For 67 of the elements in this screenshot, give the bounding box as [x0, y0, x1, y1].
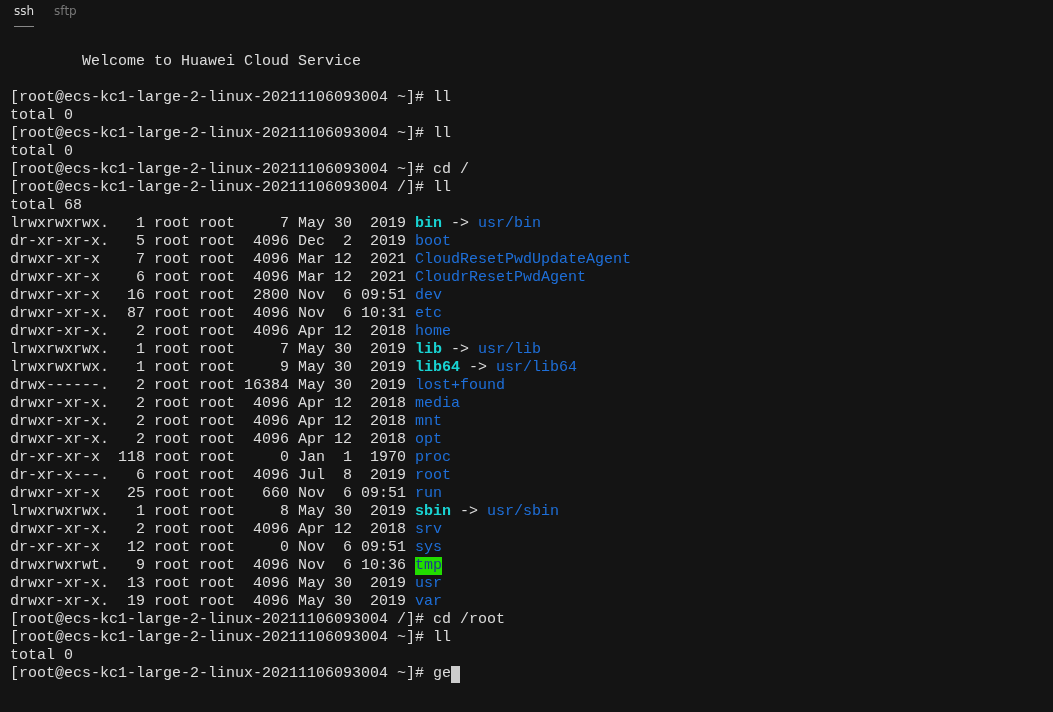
directory-name: sys: [415, 539, 443, 557]
terminal-text: dr-xr-xr-x 118 root root 0 Jan 1 1970: [10, 449, 408, 467]
terminal-text: lrwxrwxrwx. 1 root root 9 May 30 2019: [10, 359, 408, 377]
terminal-text: [root@ecs-kc1-large-2-linux-20211106093004 /]# ll: [10, 179, 452, 197]
terminal-text: dr-xr-xr-x 12 root root 0 Nov 6 09:51: [10, 539, 408, 557]
terminal-text: drwxr-xr-x. 2 root root 4096 Apr 12 2018: [10, 431, 408, 449]
terminal-text: Welcome to Huawei Cloud Service: [82, 53, 362, 71]
directory-name: usr/lib: [478, 341, 542, 359]
symlink-name: bin: [415, 215, 443, 233]
terminal-text: drwxr-xr-x. 2 root root 4096 Apr 12 2018: [10, 323, 408, 341]
terminal-text: drwx------. 2 root root 16384 May 30 2019: [10, 377, 408, 395]
directory-name: opt: [415, 431, 443, 449]
terminal-text: [root@ecs-kc1-large-2-linux-20211106093004 ~]# ll: [10, 89, 452, 107]
directory-name: proc: [415, 449, 452, 467]
directory-name: usr: [415, 575, 443, 593]
directory-name: CloudResetPwdUpdateAgent: [415, 251, 632, 269]
terminal-text: drwxr-xr-x. 2 root root 4096 Apr 12 2018: [10, 521, 408, 539]
terminal-text: [root@ecs-kc1-large-2-linux-20211106093004 ~]# ll: [10, 629, 452, 647]
terminal-text: drwxr-xr-x. 87 root root 4096 Nov 6 10:31: [10, 305, 408, 323]
terminal-text: drwxr-xr-x. 19 root root 4096 May 30 2019: [10, 593, 408, 611]
terminal-text: total 0: [10, 107, 73, 125]
symlink-name: lib64: [415, 359, 461, 377]
directory-name: home: [415, 323, 452, 341]
directory-name: lost+found: [415, 377, 506, 395]
terminal-text: lrwxrwxrwx. 1 root root 7 May 30 2019: [10, 215, 408, 233]
directory-name: dev: [415, 287, 443, 305]
directory-name: srv: [415, 521, 443, 539]
terminal-text: [root@ecs-kc1-large-2-linux-20211106093004 ~]# ge: [10, 665, 452, 683]
symlink-name: lib: [415, 341, 443, 359]
directory-name: CloudrResetPwdAgent: [415, 269, 587, 287]
terminal-text: [root@ecs-kc1-large-2-linux-20211106093004 ~]# cd /: [10, 161, 470, 179]
terminal-text: drwxrwxrwt. 9 root root 4096 Nov 6 10:36: [10, 557, 408, 575]
cursor: [451, 665, 461, 683]
terminal-tab[interactable]: ssh: [14, 3, 35, 27]
directory-name: run: [415, 485, 443, 503]
terminal-text: lrwxrwxrwx. 1 root root 8 May 30 2019: [10, 503, 408, 521]
terminal-text: drwxr-xr-x 7 root root 4096 Mar 12 2021: [10, 251, 408, 269]
directory-name: boot: [415, 233, 452, 251]
terminal-text: dr-xr-xr-x. 5 root root 4096 Dec 2 2019: [10, 233, 408, 251]
terminal-text: [root@ecs-kc1-large-2-linux-20211106093004 /]# cd /root: [10, 611, 506, 629]
terminal-text: ->: [450, 341, 471, 359]
terminal-text: drwxr-xr-x. 2 root root 4096 Apr 12 2018: [10, 395, 408, 413]
terminal-text: total 0: [10, 647, 73, 665]
directory-name: media: [415, 395, 461, 413]
terminal-text: ->: [468, 359, 489, 377]
terminal-text: total 68: [10, 197, 82, 215]
terminal-text: [root@ecs-kc1-large-2-linux-20211106093004 ~]# ll: [10, 125, 452, 143]
directory-name: usr/lib64: [496, 359, 578, 377]
terminal-text: lrwxrwxrwx. 1 root root 7 May 30 2019: [10, 341, 408, 359]
terminal-text: drwxr-xr-x. 2 root root 4096 Apr 12 2018: [10, 413, 408, 431]
terminal-text: drwxr-xr-x 25 root root 660 Nov 6 09:51: [10, 485, 408, 503]
directory-name: usr/sbin: [487, 503, 560, 521]
terminal-text: drwxr-xr-x. 13 root root 4096 May 30 2019: [10, 575, 408, 593]
terminal-text: drwxr-xr-x 16 root root 2800 Nov 6 09:51: [10, 287, 408, 305]
terminal-text: ->: [459, 503, 480, 521]
terminal-tab[interactable]: sftp: [54, 3, 77, 26]
directory-name: tmp: [415, 557, 443, 575]
directory-name: var: [415, 593, 443, 611]
terminal-text: dr-xr-x---. 6 root root 4096 Jul 8 2019: [10, 467, 408, 485]
terminal-text: drwxr-xr-x 6 root root 4096 Mar 12 2021: [10, 269, 408, 287]
directory-name: mnt: [415, 413, 443, 431]
directory-name: etc: [415, 305, 443, 323]
directory-name: usr/bin: [478, 215, 542, 233]
symlink-name: sbin: [415, 503, 452, 521]
terminal-text: ->: [450, 215, 471, 233]
directory-name: root: [415, 467, 452, 485]
terminal-text: total 0: [10, 143, 73, 161]
